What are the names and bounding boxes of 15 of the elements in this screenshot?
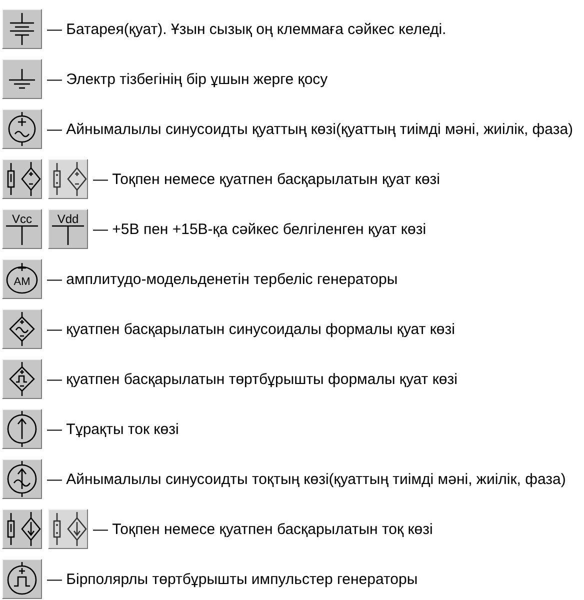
description-text: — +5В пен +15В-қа сәйкес белгіленген қуат көзі (93, 220, 426, 238)
supply-icon: Vcc (2, 209, 42, 249)
description-text: — Тоқпен немесе қуатпен басқарылатын тоқ көзі (93, 520, 433, 538)
description-text: — Электр тізбегінің бір ұшын жерге қосу (47, 70, 328, 88)
description-text: — Тоқпен немесе қуатпен басқарылатын қуат көзі (93, 170, 440, 188)
description-text: — амплитудо-модельденетін тербеліс генераторы (47, 270, 398, 288)
description-text: — Бірполярлы төртбұрышты импульстер генераторы (47, 570, 418, 588)
am-generator-icon: AM (2, 259, 42, 299)
description-text: — қуатпен басқарылатын төртбұрышты формалы қуат көзі (47, 370, 458, 388)
description-text: — Тұрақты ток көзі (47, 420, 179, 438)
description-text: — Айнымалылы синусоидты қуаттың көзі(қуаттың тиімді мәні, жиілік, фаза) (47, 120, 574, 138)
description-text: — Айнымалылы синусоидты тоқтың көзі(қуаттың тиімді мәні, жиілік, фаза) (47, 470, 566, 488)
description-text: — Батарея(қуат). Ұзын сызық оң клеммаға сәйкес келеді. (47, 20, 446, 38)
description-text: — қуатпен басқарылатын синусоидалы формалы қуат көзі (47, 320, 455, 338)
supply-icon: Vdd (48, 209, 88, 249)
